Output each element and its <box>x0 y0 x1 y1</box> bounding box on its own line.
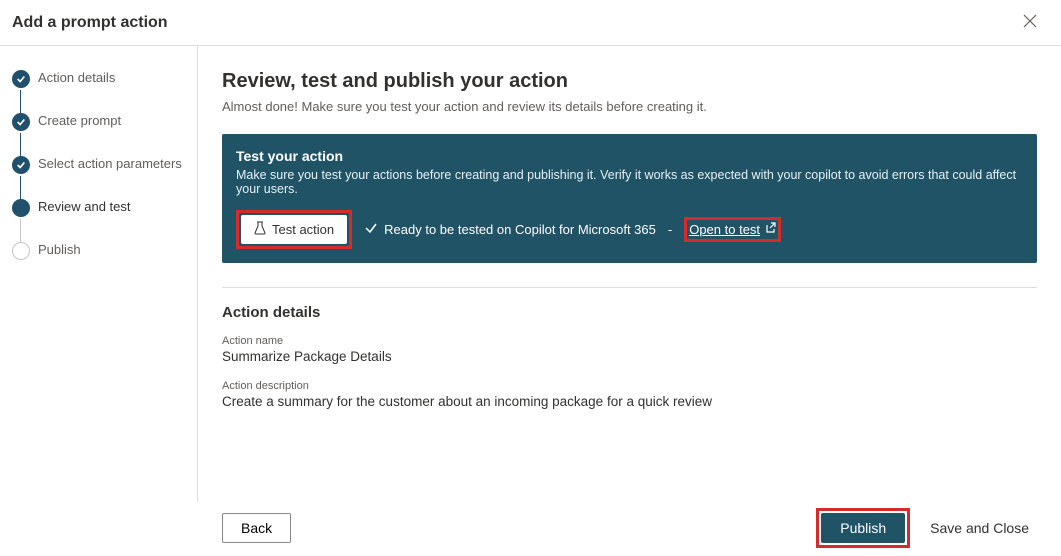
external-link-icon <box>764 222 776 237</box>
test-status: Ready to be tested on Copilot for Micros… <box>364 221 656 238</box>
action-details-title: Action details <box>222 304 1037 321</box>
action-name-label: Action name <box>222 335 1037 347</box>
divider <box>222 287 1037 288</box>
action-name-value: Summarize Package Details <box>222 349 1037 364</box>
action-description-value: Create a summary for the customer about … <box>222 394 1037 409</box>
wizard-step-label: Select action parameters <box>38 156 182 171</box>
separator: - <box>668 222 672 237</box>
pending-step-icon <box>12 242 30 260</box>
wizard-step-label: Create prompt <box>38 113 121 128</box>
action-description-label: Action description <box>222 380 1037 392</box>
close-button[interactable] <box>1019 10 1041 35</box>
check-icon <box>12 70 30 88</box>
footer: Back Publish Save and Close <box>198 500 1061 556</box>
wizard-step-create-prompt[interactable]: Create prompt <box>12 113 185 128</box>
wizard-step-label: Action details <box>38 70 115 85</box>
page-title: Review, test and publish your action <box>222 70 1037 93</box>
wizard-step-action-details[interactable]: Action details <box>12 70 185 85</box>
wizard-sidebar: Action details Create prompt Select acti… <box>0 46 198 502</box>
test-action-button[interactable]: Test action <box>241 215 347 244</box>
check-icon <box>12 113 30 131</box>
check-icon <box>12 156 30 174</box>
open-to-test-label: Open to test <box>689 222 760 237</box>
status-text: Ready to be tested on Copilot for Micros… <box>384 222 656 237</box>
back-button[interactable]: Back <box>222 513 291 543</box>
wizard-step-review-test[interactable]: Review and test <box>12 199 185 214</box>
highlight-box: Test action <box>236 210 352 249</box>
highlight-box: Open to test <box>684 217 781 242</box>
page-subtitle: Almost done! Make sure you test your act… <box>222 99 1037 114</box>
dialog-header: Add a prompt action <box>0 0 1061 46</box>
wizard-step-label: Publish <box>38 242 81 257</box>
wizard-step-publish[interactable]: Publish <box>12 242 185 257</box>
wizard-step-label: Review and test <box>38 199 131 214</box>
close-icon <box>1023 14 1037 31</box>
dialog-title: Add a prompt action <box>12 14 168 32</box>
banner-title: Test your action <box>236 148 1023 164</box>
test-action-label: Test action <box>272 222 334 237</box>
test-banner: Test your action Make sure you test your… <box>222 134 1037 263</box>
open-to-test-link[interactable]: Open to test <box>689 222 776 237</box>
wizard-step-select-parameters[interactable]: Select action parameters <box>12 156 185 171</box>
save-and-close-button[interactable]: Save and Close <box>922 514 1037 542</box>
beaker-icon <box>254 221 266 238</box>
check-icon <box>364 221 378 238</box>
current-step-icon <box>12 199 30 217</box>
banner-description: Make sure you test your actions before c… <box>236 168 1023 196</box>
publish-button[interactable]: Publish <box>821 513 905 543</box>
main-content: Review, test and publish your action Alm… <box>198 46 1061 502</box>
highlight-box: Publish <box>816 508 910 548</box>
